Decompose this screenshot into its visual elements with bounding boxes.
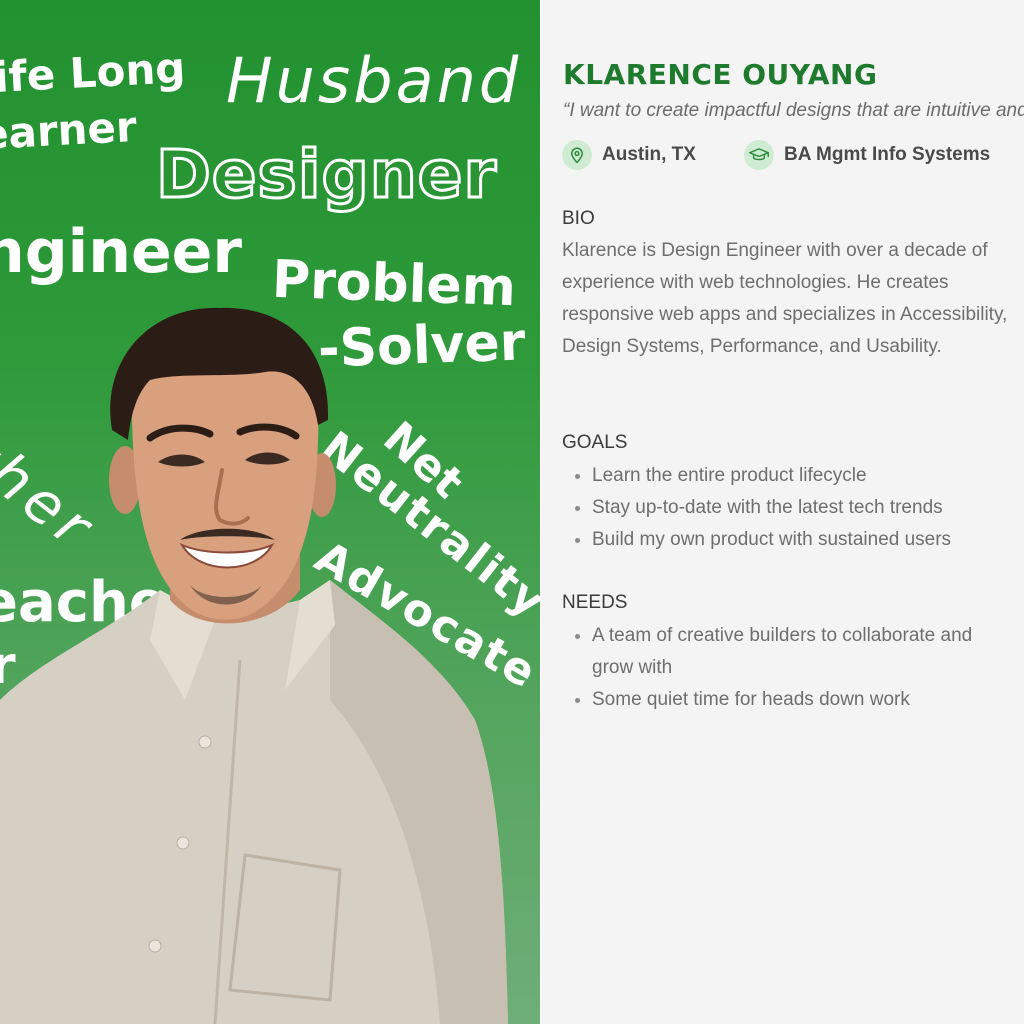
bio-heading: BIO [562, 208, 595, 229]
need-item: A team of creative builders to collabora… [592, 620, 1002, 684]
goals-heading: GOALS [562, 432, 628, 453]
education-label: BA Mgmt Info Systems [784, 144, 991, 165]
graduation-cap-icon [744, 140, 774, 170]
shirt-button [176, 836, 190, 850]
location-tag: Austin, TX [562, 140, 696, 170]
map-pin-icon [562, 140, 592, 170]
need-item: Some quiet time for heads down work [592, 684, 1002, 716]
persona-name: KLARENCE OUYANG [563, 58, 878, 91]
needs-heading: NEEDS [562, 592, 628, 613]
persona-details: KLARENCE OUYANG “I want to create impact… [541, 0, 1024, 1024]
needs-list: A team of creative builders to collabora… [562, 620, 1002, 716]
shirt-button [198, 735, 212, 749]
portrait-photo [0, 307, 508, 1024]
goal-item: Learn the entire product lifecycle [592, 460, 1024, 492]
goals-list: Learn the entire product lifecycle Stay … [562, 460, 1024, 556]
persona-quote: “I want to create impactful designs that… [563, 100, 1024, 121]
hero-panel: ife Long earner Husband Designer ngineer… [0, 0, 540, 1024]
bio-text: Klarence is Design Engineer with over a … [562, 240, 1008, 357]
goal-item: Stay up-to-date with the latest tech tre… [592, 492, 1024, 524]
shirt-button [148, 939, 162, 953]
location-label: Austin, TX [602, 144, 696, 165]
education-tag: BA Mgmt Info Systems [744, 140, 990, 170]
goal-item: Build my own product with sustained user… [592, 524, 1024, 556]
